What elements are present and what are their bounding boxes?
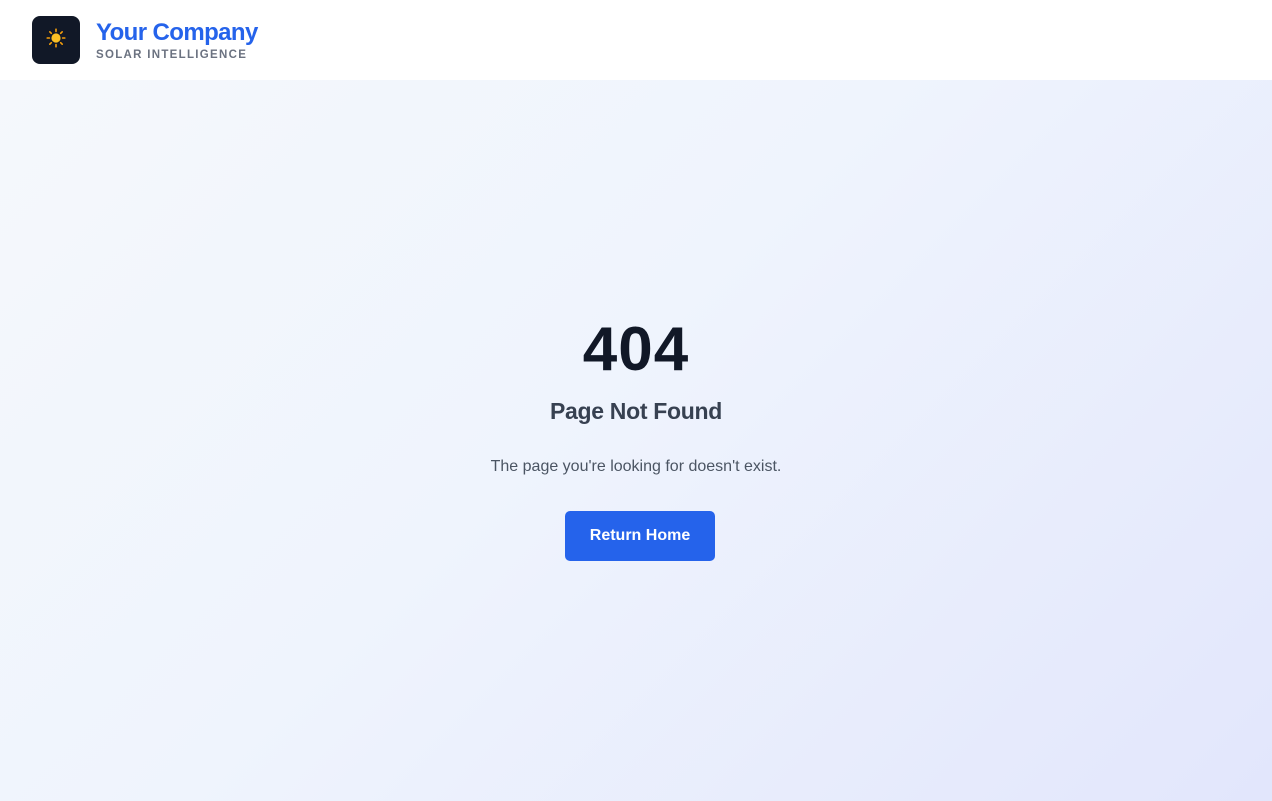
logo[interactable] [32, 16, 80, 64]
brand: Your Company SOLAR INTELLIGENCE [96, 19, 258, 62]
return-home-button[interactable]: Return Home [565, 511, 715, 561]
sun-icon [46, 27, 66, 53]
brand-name[interactable]: Your Company [96, 19, 258, 47]
site-header: Your Company SOLAR INTELLIGENCE [0, 0, 1272, 80]
brand-tagline: SOLAR INTELLIGENCE [96, 48, 248, 61]
error-page: 404 Page Not Found The page you're looki… [0, 80, 1272, 801]
error-title: Page Not Found [549, 398, 723, 424]
error-message: The page you're looking for doesn't exis… [490, 458, 782, 475]
error-code: 404 [582, 315, 690, 384]
